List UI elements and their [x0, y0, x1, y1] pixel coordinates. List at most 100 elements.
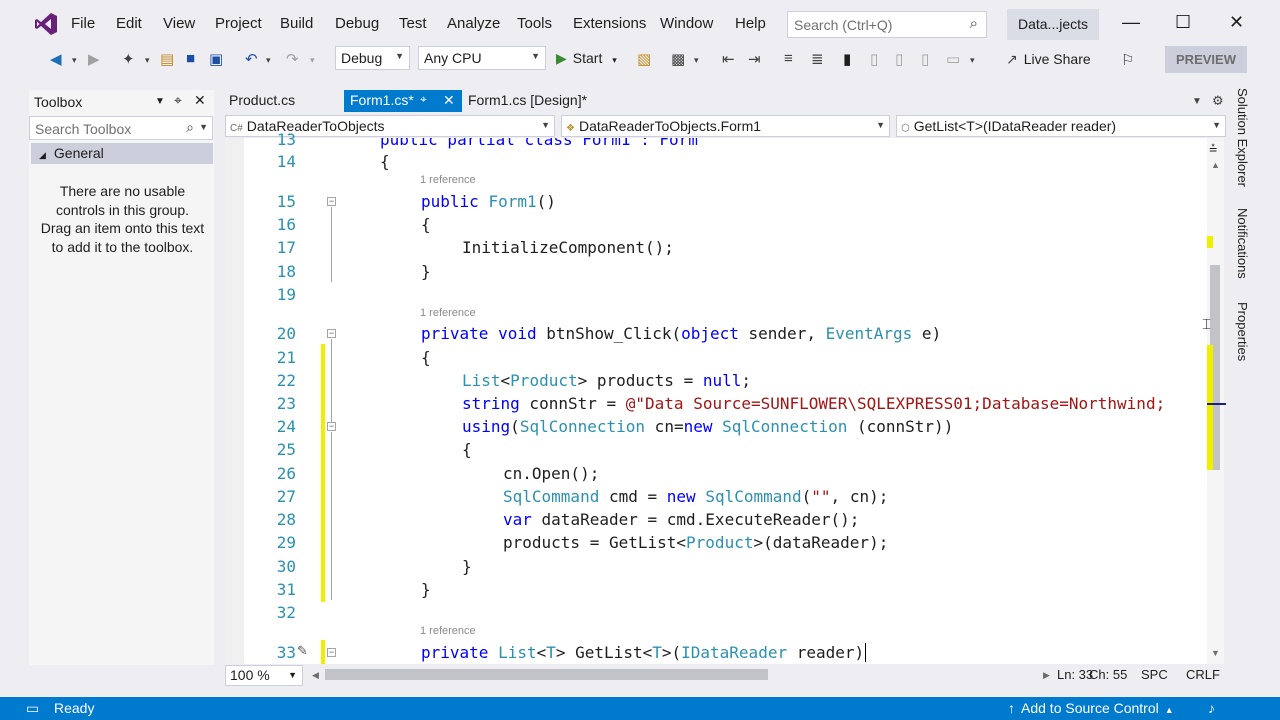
tab-form1-design[interactable]: Form1.cs [Design]*: [462, 90, 602, 112]
pin-icon[interactable]: ⌖: [174, 92, 182, 109]
fold-toggle[interactable]: −: [327, 648, 336, 657]
code-line-30: }: [462, 557, 472, 576]
scroll-up-icon[interactable]: ▲: [1211, 160, 1220, 170]
quick-action-brush-icon[interactable]: ✎: [297, 643, 308, 659]
tab-close-icon[interactable]: ✕: [443, 92, 455, 109]
scroll-right-icon[interactable]: ▶: [1043, 670, 1050, 681]
line-number: 17: [276, 238, 296, 257]
save-all-icon[interactable]: ▣: [209, 50, 223, 68]
side-tab-properties[interactable]: Properties: [1235, 302, 1250, 361]
visual-studio-logo-icon[interactable]: [34, 12, 58, 36]
whitespace-indicator[interactable]: SPC: [1141, 667, 1168, 682]
pin-icon[interactable]: ⌖: [420, 92, 427, 107]
line-indicator[interactable]: Ln: 33: [1057, 667, 1093, 682]
redo-icon[interactable]: ↷: [286, 50, 299, 68]
next-bookmark-icon[interactable]: ▯: [895, 50, 903, 68]
open-file-icon[interactable]: ▤: [160, 50, 174, 68]
code-text: T: [652, 643, 662, 662]
code-line-14: {: [380, 152, 390, 171]
new-project-icon[interactable]: ✦: [122, 50, 135, 68]
tab-list-dropdown-icon[interactable]: ▼: [1192, 96, 1202, 107]
configuration-select[interactable]: Debug ▼: [335, 46, 410, 70]
step-over-icon[interactable]: ⇥: [748, 50, 761, 68]
side-tab-notifications[interactable]: Notifications: [1235, 208, 1250, 279]
code-text: cn.Open();: [503, 464, 600, 483]
side-tab-solution-explorer[interactable]: Solution Explorer: [1235, 88, 1250, 187]
redo-dropdown-icon[interactable]: ▾: [310, 55, 315, 66]
scroll-down-icon[interactable]: ▼: [1211, 648, 1220, 658]
fold-toggle[interactable]: −: [327, 329, 336, 338]
codelens-reference[interactable]: 1 reference: [420, 307, 476, 319]
line-number: 14: [276, 152, 296, 171]
gear-icon[interactable]: ⚙: [1212, 93, 1224, 109]
fold-line: [331, 339, 332, 423]
search-input[interactable]: Search (Ctrl+Q) ⌕: [787, 11, 987, 38]
toolbox-group-general[interactable]: ◢ General: [31, 143, 213, 164]
code-text: sender,: [738, 324, 826, 343]
line-number: 29: [276, 533, 296, 552]
menu-build[interactable]: Build: [280, 15, 313, 32]
menu-window[interactable]: Window: [660, 15, 713, 32]
fold-line: [331, 207, 332, 282]
menu-file[interactable]: File: [71, 15, 95, 32]
platform-select[interactable]: Any CPU ▼: [418, 46, 546, 70]
zoom-select[interactable]: 100 % ▼: [225, 665, 303, 686]
back-icon[interactable]: ◀: [50, 50, 62, 68]
toolbox-dropdown-icon[interactable]: ▼: [155, 96, 165, 107]
split-editor-icon[interactable]: ⩮: [1209, 140, 1217, 157]
notification-bell-icon[interactable]: ♪: [1208, 700, 1215, 716]
menu-view[interactable]: View: [163, 15, 195, 32]
code-text: {: [380, 152, 390, 171]
bookmark-icon[interactable]: ▮: [843, 50, 851, 68]
prev-bookmark-icon[interactable]: ▯: [870, 50, 878, 68]
menu-edit[interactable]: Edit: [116, 15, 142, 32]
menu-tools[interactable]: Tools: [517, 15, 552, 32]
comment-icon[interactable]: ≡: [784, 50, 793, 67]
class-nav-select[interactable]: ❖ DataReaderToObjects.Form1 ▼: [561, 115, 890, 137]
undo-dropdown-icon[interactable]: ▾: [266, 55, 271, 66]
save-icon[interactable]: ■: [186, 50, 195, 67]
step-into-icon[interactable]: ⇤: [722, 50, 735, 68]
toolbox-search-input[interactable]: Search Toolbox ⌕ ▼: [29, 116, 213, 140]
menu-debug[interactable]: Debug: [335, 15, 379, 32]
bookmark-folder-icon[interactable]: ▯: [921, 50, 929, 68]
live-share-button[interactable]: ↗ Live Share: [1006, 51, 1091, 68]
menu-extensions[interactable]: Extensions: [573, 15, 646, 32]
tab-form1-cs[interactable]: Form1.cs* ⌖ ✕: [344, 90, 462, 112]
fold-toggle[interactable]: −: [327, 422, 336, 431]
attach-icon[interactable]: ▧: [637, 50, 651, 68]
line-ending-indicator[interactable]: CRLF: [1186, 667, 1220, 682]
menu-project[interactable]: Project: [215, 15, 262, 32]
scroll-left-icon[interactable]: ◀: [312, 670, 319, 681]
maximize-icon[interactable]: ☐: [1175, 12, 1191, 33]
codelens-reference[interactable]: 1 reference: [420, 174, 476, 186]
start-button[interactable]: ▶ Start ▾: [556, 50, 617, 67]
toolbox-empty-message[interactable]: There are no usable controls in this gro…: [40, 182, 205, 256]
preview-button[interactable]: PREVIEW: [1165, 46, 1247, 73]
solution-name-badge[interactable]: Data...jects: [1007, 9, 1099, 40]
add-to-source-control-button[interactable]: ↑ Add to Source Control ▲: [1008, 700, 1174, 716]
code-text: T: [546, 643, 556, 662]
toolbox-close-icon[interactable]: ✕: [194, 92, 206, 109]
fold-toggle[interactable]: −: [327, 197, 336, 206]
undo-icon[interactable]: ↶: [245, 50, 258, 68]
minimize-icon[interactable]: —: [1122, 12, 1140, 33]
menu-analyze[interactable]: Analyze: [447, 15, 500, 32]
menu-help[interactable]: Help: [735, 15, 766, 32]
toolbar-overflow-icon[interactable]: ▾: [970, 55, 975, 66]
back-dropdown-icon[interactable]: ▾: [72, 55, 77, 66]
new-project-dropdown-icon[interactable]: ▾: [145, 55, 150, 66]
forward-icon[interactable]: ▶: [88, 50, 100, 68]
browser-link-icon[interactable]: ▩: [671, 50, 685, 68]
feedback-icon[interactable]: ⚐: [1121, 51, 1134, 69]
char-indicator[interactable]: Ch: 55: [1089, 667, 1127, 682]
menu-test[interactable]: Test: [399, 15, 427, 32]
close-icon[interactable]: ✕: [1229, 12, 1244, 33]
uncomment-icon[interactable]: ≣: [811, 50, 824, 68]
browser-dropdown-icon[interactable]: ▾: [694, 55, 699, 66]
clear-bookmarks-icon[interactable]: ▭: [946, 50, 960, 68]
member-nav-select[interactable]: ⬡ GetList<T>(IDataReader reader) ▼: [896, 115, 1226, 137]
codelens-reference[interactable]: 1 reference: [420, 625, 476, 637]
horizontal-scrollbar-thumb[interactable]: [325, 669, 768, 680]
tab-product-cs[interactable]: Product.cs: [223, 90, 341, 112]
